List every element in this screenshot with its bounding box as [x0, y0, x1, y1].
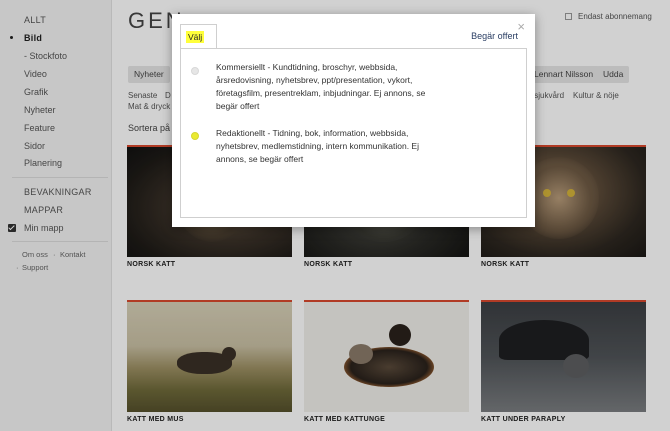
radio-editorial[interactable] [191, 132, 199, 140]
tab-valj-label: Välj [186, 31, 205, 43]
license-modal: × Välj Begär offert Kommersiellt - Kundt… [172, 14, 535, 227]
request-quote-link[interactable]: Begär offert [471, 31, 518, 41]
tab-valj[interactable]: Välj [180, 24, 217, 49]
license-options-panel: Kommersiellt - Kundtidning, broschyr, we… [180, 48, 527, 218]
option-text: Kommersiellt - Kundtidning, broschyr, we… [216, 62, 426, 111]
modal-tabs: Välj Begär offert [180, 24, 527, 49]
option-text: Redaktionellt - Tidning, bok, informatio… [216, 128, 419, 164]
radio-commercial[interactable] [191, 67, 199, 75]
